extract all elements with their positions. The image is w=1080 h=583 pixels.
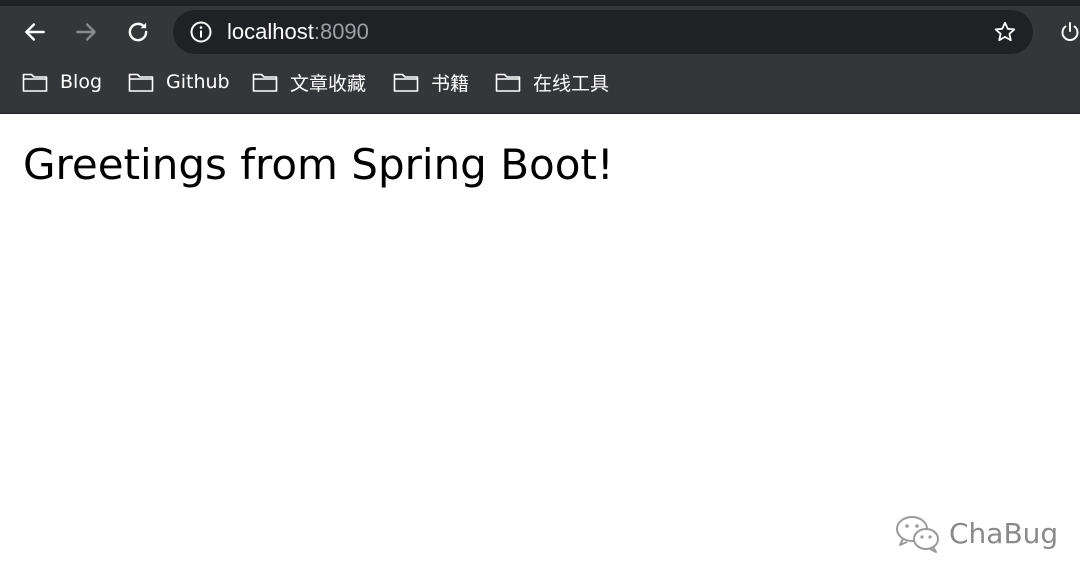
url-text[interactable]: localhost:8090 [227, 18, 369, 46]
watermark: ChaBug [893, 512, 1058, 554]
star-icon[interactable] [993, 20, 1017, 44]
info-icon[interactable] [189, 20, 213, 44]
back-button[interactable] [17, 14, 53, 50]
address-bar[interactable]: localhost:8090 [173, 10, 1033, 54]
reload-icon [128, 22, 148, 42]
bookmark-label: 在线工具 [533, 72, 610, 95]
watermark-text: ChaBug [949, 516, 1059, 550]
bookmark-folder-articles[interactable]: 文章收藏 [252, 62, 366, 102]
folder-icon [252, 73, 278, 92]
bookmark-folder-blog[interactable]: Blog [22, 62, 102, 102]
folder-icon [128, 73, 154, 92]
power-icon[interactable] [1058, 20, 1080, 44]
browser-toolbar: localhost:8090 Blog Github 文章收藏 书籍 在线工具 [0, 0, 1080, 114]
bookmark-folder-online-tools[interactable]: 在线工具 [495, 62, 609, 102]
forward-arrow-icon [76, 23, 96, 41]
back-arrow-icon [25, 23, 45, 41]
bookmark-folder-books[interactable]: 书籍 [393, 62, 469, 102]
bookmark-label: Github [166, 71, 230, 93]
bookmark-label: 书籍 [431, 72, 470, 95]
url-host: localhost [227, 19, 314, 44]
reload-button[interactable] [120, 14, 156, 50]
bookmark-label: 文章收藏 [290, 72, 367, 95]
bookmarks-bar: Blog Github 文章收藏 书籍 在线工具 [0, 62, 1080, 102]
url-port: :8090 [313, 19, 369, 44]
folder-icon [22, 73, 48, 92]
tab-strip-edge [0, 0, 1080, 6]
folder-icon [393, 73, 419, 92]
bookmark-label: Blog [60, 71, 102, 93]
folder-icon [495, 73, 521, 92]
bookmark-folder-github[interactable]: Github [128, 62, 230, 102]
page-heading: Greetings from Spring Boot! [23, 140, 614, 189]
wechat-icon [896, 516, 939, 553]
forward-button[interactable] [68, 14, 104, 50]
